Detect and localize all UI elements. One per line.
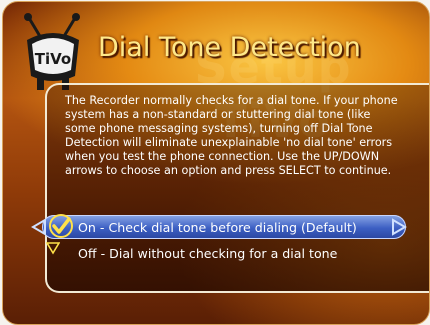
description-line: when you test the phone connection. Use … [65, 150, 380, 163]
description-text: The Recorder normally checks for a dial … [65, 94, 417, 178]
tivo-logo-icon: TiVo [24, 13, 80, 90]
tivo-logo-text: TiVo [35, 50, 71, 68]
option-dial-tone-on[interactable]: On - Check dial tone before dialing (Def… [31, 214, 408, 239]
description-line: The Recorder normally checks for a dial … [65, 94, 398, 107]
description-line: some phone messaging systems), turning o… [65, 122, 373, 135]
option-label: Off - Dial without checking for a dial t… [78, 245, 338, 261]
description-line: arrows to choose an option and press SEL… [65, 164, 392, 177]
option-label: On - Check dial tone before dialing (Def… [78, 219, 357, 235]
description-line: Detection will eliminate unexplainable '… [65, 136, 393, 149]
right-arrow-icon[interactable] [390, 218, 408, 236]
description-line: system has a non-standard or stuttering … [65, 108, 371, 121]
page-title: Dial Tone Detection [98, 32, 361, 63]
option-dial-tone-off[interactable]: Off - Dial without checking for a dial t… [42, 241, 337, 265]
checkmark-icon [49, 214, 73, 238]
left-arrow-icon[interactable] [30, 218, 48, 236]
